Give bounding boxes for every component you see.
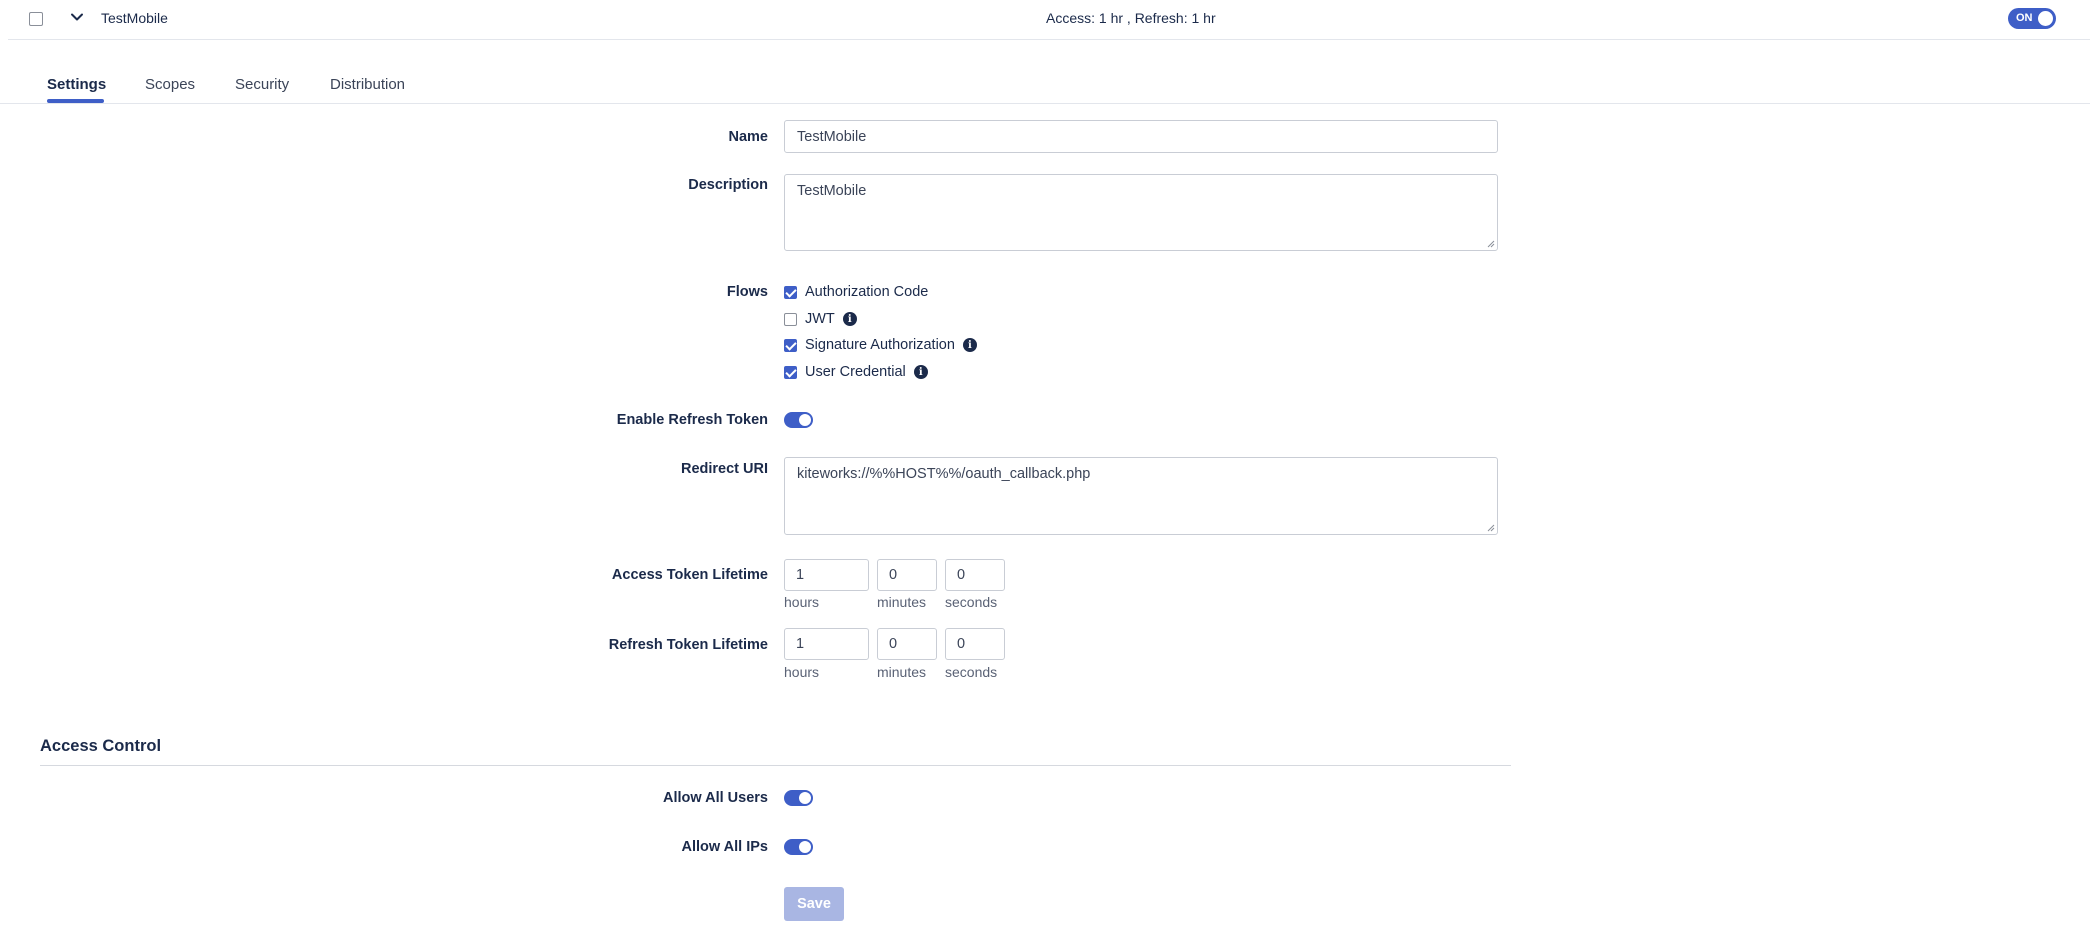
app-status-toggle[interactable]: ON	[2008, 8, 2056, 29]
allow-all-ips-toggle[interactable]	[784, 839, 813, 855]
flow-checkbox[interactable]	[784, 338, 797, 352]
hours-unit-label: hours	[784, 664, 820, 680]
refresh-token-toggle[interactable]	[784, 412, 813, 428]
app-header-row: TestMobile Access: 1 hr , Refresh: 1 hr …	[8, 0, 2090, 40]
allow-all-ips-label: Allow All IPs	[681, 839, 768, 855]
minutes-unit-label: minutes	[877, 594, 927, 610]
resize-grip-icon[interactable]	[1487, 240, 1495, 248]
flow-signature-authorization[interactable]: Signature Authorization i	[784, 335, 977, 355]
access-lifetime-label: Access Token Lifetime	[611, 567, 768, 583]
refresh-token-label: Enable Refresh Token	[616, 412, 768, 428]
seconds-unit-label: seconds	[945, 664, 998, 680]
tab-security[interactable]: Security	[235, 76, 289, 93]
info-icon[interactable]: i	[842, 312, 857, 326]
redirect-uri-value: kiteworks://%%HOST%%/oauth_callback.php	[797, 466, 1091, 482]
access-minutes-input[interactable]	[877, 559, 937, 591]
app-title: TestMobile	[101, 10, 168, 26]
toggle-knob	[799, 414, 811, 426]
access-seconds-input[interactable]	[945, 559, 1005, 591]
flow-user-credential[interactable]: User Credential i	[784, 362, 928, 382]
hours-unit-label: hours	[784, 594, 820, 610]
access-hours-input[interactable]	[784, 559, 869, 591]
redirect-uri-textarea[interactable]: kiteworks://%%HOST%%/oauth_callback.php	[784, 457, 1498, 535]
toggle-knob	[2038, 11, 2053, 26]
section-divider	[40, 765, 1511, 766]
minutes-unit-label: minutes	[877, 664, 927, 680]
flow-label: User Credential	[805, 364, 906, 380]
description-label: Description	[688, 177, 768, 193]
info-icon[interactable]: i	[913, 365, 928, 379]
access-control-title: Access Control	[40, 737, 162, 755]
refresh-lifetime-label: Refresh Token Lifetime	[608, 637, 768, 653]
redirect-uri-label: Redirect URI	[680, 461, 768, 477]
description-textarea[interactable]: TestMobile	[784, 174, 1498, 251]
flow-authorization-code[interactable]: Authorization Code	[784, 282, 928, 302]
refresh-hours-input[interactable]	[784, 628, 869, 660]
toggle-label: ON	[2016, 12, 2033, 24]
flow-checkbox[interactable]	[784, 365, 797, 379]
allow-all-users-toggle[interactable]	[784, 790, 813, 806]
name-label: Name	[728, 129, 769, 145]
chevron-down-icon[interactable]	[69, 9, 85, 25]
description-value: TestMobile	[797, 183, 867, 199]
toggle-knob	[799, 792, 811, 804]
flow-jwt[interactable]: JWT i	[784, 309, 857, 329]
tab-scopes[interactable]: Scopes	[145, 76, 195, 93]
allow-all-users-label: Allow All Users	[662, 790, 768, 806]
tab-bar: Settings Scopes Security Distribution	[0, 70, 2090, 104]
flow-checkbox[interactable]	[784, 312, 797, 326]
refresh-seconds-input[interactable]	[945, 628, 1005, 660]
resize-grip-icon[interactable]	[1487, 524, 1495, 532]
active-tab-indicator	[47, 99, 104, 103]
token-summary: Access: 1 hr , Refresh: 1 hr	[1046, 10, 1216, 26]
toggle-knob	[799, 841, 811, 853]
flow-label: JWT	[805, 311, 835, 327]
seconds-unit-label: seconds	[945, 594, 998, 610]
flow-label: Authorization Code	[805, 284, 929, 300]
name-input[interactable]	[784, 120, 1498, 153]
tab-settings[interactable]: Settings	[47, 76, 106, 93]
save-button[interactable]: Save	[784, 887, 844, 921]
info-icon[interactable]: i	[962, 338, 977, 352]
refresh-minutes-input[interactable]	[877, 628, 937, 660]
tab-distribution[interactable]: Distribution	[330, 76, 405, 93]
flow-checkbox[interactable]	[784, 285, 797, 299]
select-checkbox[interactable]	[29, 12, 43, 26]
flows-label: Flows	[726, 284, 768, 300]
flow-label: Signature Authorization	[805, 337, 955, 353]
